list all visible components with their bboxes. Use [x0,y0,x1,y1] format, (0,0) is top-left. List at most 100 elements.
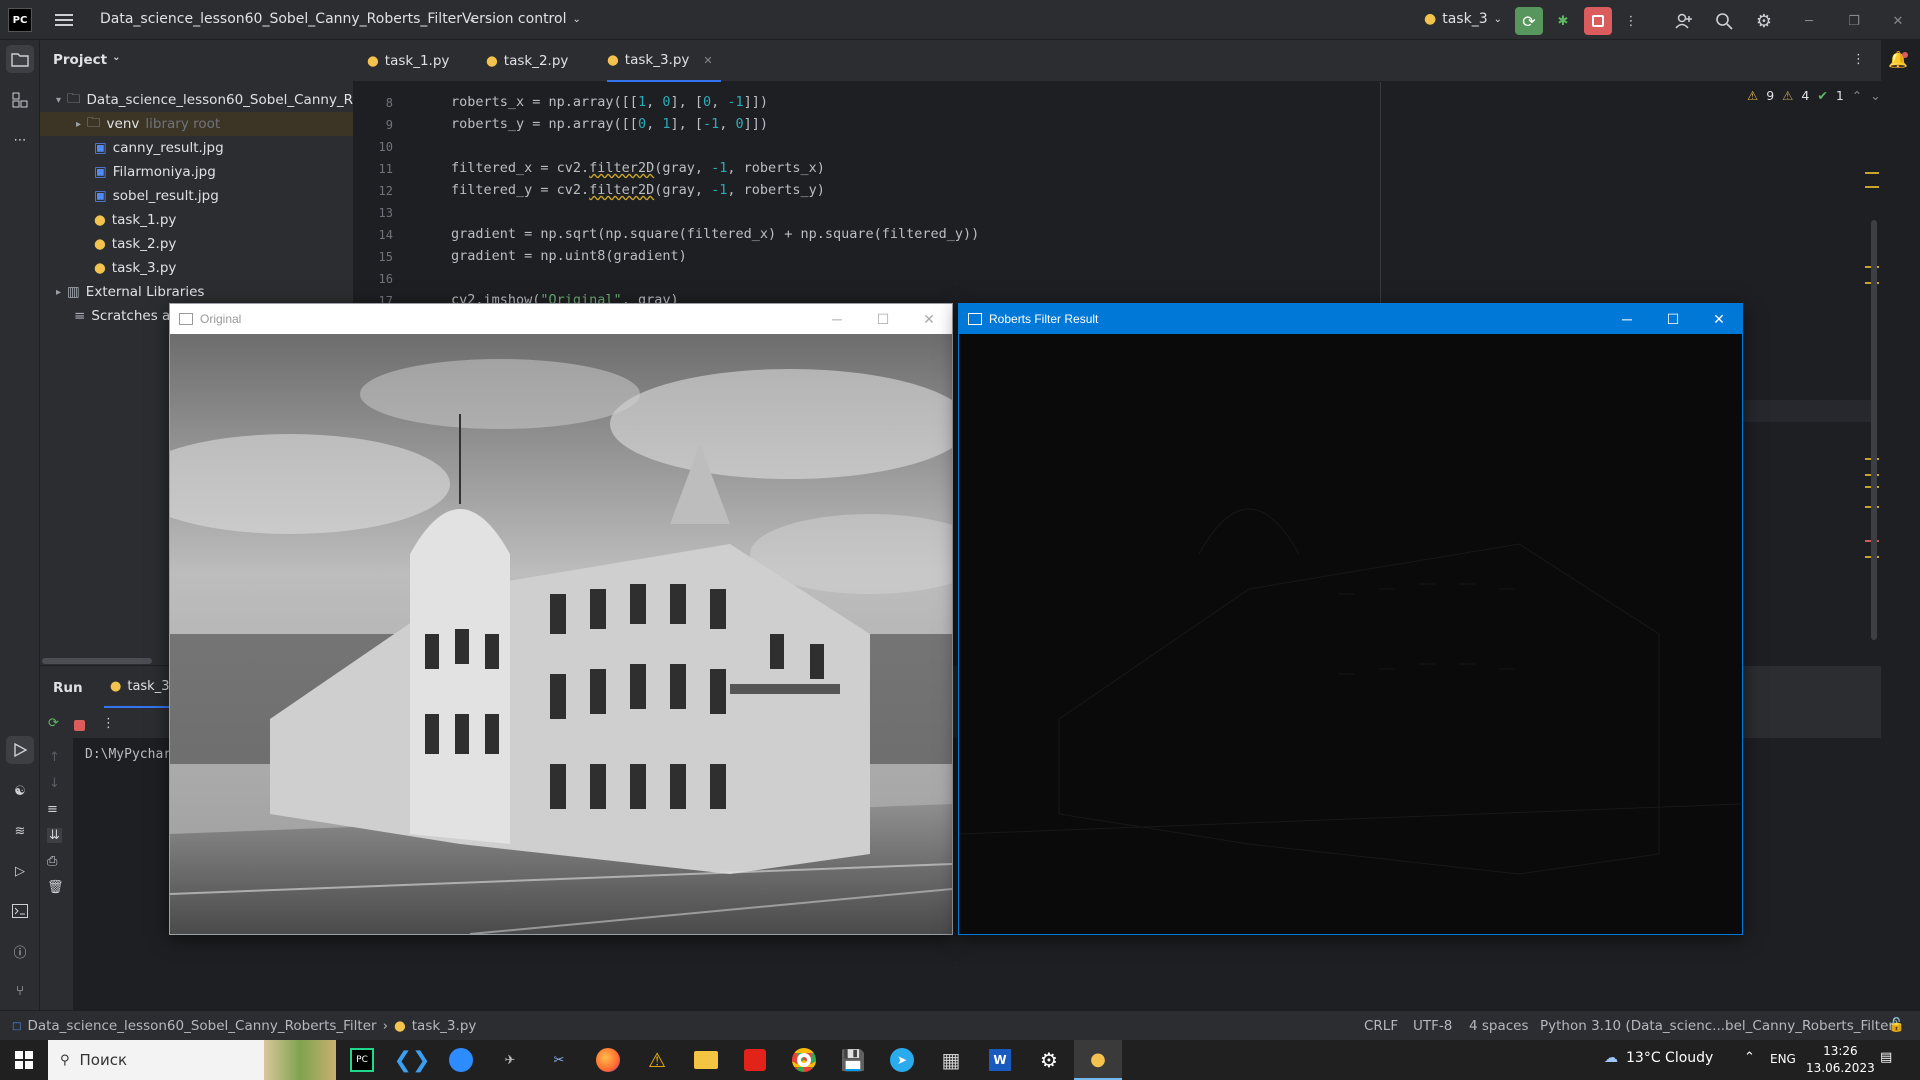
minimize-icon[interactable]: ─ [814,304,860,334]
vcs-widget[interactable]: Version control ⌄ [462,11,581,27]
window-app-icon [968,313,982,325]
project-panel-header[interactable]: Project ⌄ [53,52,120,68]
minimize-icon[interactable]: ─ [1604,304,1650,334]
soft-wrap-icon[interactable]: ≡ [47,802,58,817]
maximize-icon[interactable]: ☐ [1650,304,1696,334]
vscode-icon[interactable]: ❮❯ [390,1040,434,1080]
git-icon[interactable]: ⑂ [6,977,34,1005]
original-image-window[interactable]: Original ─ ☐ ✕ [169,303,953,935]
indent-widget[interactable]: 4 spaces [1469,1018,1529,1034]
snipping-tool-icon[interactable]: ✂ [537,1040,581,1080]
tree-item-external-libraries[interactable]: ▸ ▥ External Libraries [56,280,204,304]
gear-icon[interactable]: ⚙ [1750,7,1778,35]
minimize-icon[interactable]: ─ [1795,7,1823,35]
breadcrumb-file[interactable]: task_3.py [412,1018,477,1034]
close-icon[interactable]: ✕ [1696,304,1742,334]
structure-icon[interactable] [6,86,34,114]
pycharm-taskbar-icon[interactable]: PC [340,1040,384,1080]
chrome-icon[interactable] [782,1040,826,1080]
language-indicator[interactable]: ENG [1770,1052,1796,1066]
close-icon[interactable]: ✕ [1884,7,1912,35]
action-center-icon[interactable]: ▤ [1880,1050,1892,1065]
services-icon[interactable]: ▷ [6,857,34,885]
encoding-widget[interactable]: UTF-8 [1413,1018,1452,1034]
python-icon: ● [110,678,122,694]
close-tab-icon[interactable]: ✕ [703,54,712,67]
tree-item-sobel-result[interactable]: ▣ sobel_result.jpg [94,184,219,208]
vertical-scrollbar[interactable] [1871,220,1877,640]
problems-icon[interactable]: ⓘ [6,937,34,965]
tree-item-canny-result[interactable]: ▣ canny_result.jpg [94,136,224,160]
main-menu-icon[interactable] [50,6,78,34]
print-icon[interactable]: ⎙ [47,854,57,869]
telegram-icon[interactable]: ➤ [880,1040,924,1080]
lock-icon[interactable]: 🔓 [1888,1017,1905,1033]
line-separator-widget[interactable]: CRLF [1364,1018,1398,1034]
file-explorer-icon[interactable] [684,1040,728,1080]
more-horizontal-icon[interactable]: ⋯ [6,126,34,154]
code-line: filtered_y = cv2.filter2D(gray, -1, robe… [451,182,825,198]
more-vertical-icon[interactable]: ⋮ [1852,52,1865,67]
warning-app-icon[interactable]: ⚠ [635,1040,679,1080]
ok-count: 1 [1835,88,1844,103]
arrow-down-icon[interactable]: ↓ [49,776,60,791]
project-switcher[interactable]: Data_science_lesson60_Sobel_Canny_Robert… [100,11,476,27]
save-app-icon[interactable]: 💾 [831,1040,875,1080]
tree-item-scratches[interactable]: ≡ Scratches ar [74,304,176,328]
run-config-tab[interactable]: ● task_3 [104,666,176,708]
add-user-icon[interactable] [1670,7,1698,35]
arrow-up-icon[interactable]: ↑ [49,750,60,765]
debug-icon[interactable]: ✱ [1549,7,1577,35]
windows-start-icon[interactable] [2,1040,46,1080]
roberts-result-window[interactable]: Roberts Filter Result ─ ☐ ✕ [958,303,1743,935]
horizontal-scrollbar[interactable] [42,658,152,664]
chevron-up-icon[interactable]: ⌃ [1852,88,1862,103]
more-vertical-icon[interactable]: ⋮ [102,716,115,731]
tree-item-venv[interactable]: ▸ 🗀 venv library root [76,112,220,136]
tab-task-1[interactable]: ● task_1.py [367,40,449,82]
window-titlebar[interactable]: Roberts Filter Result ─ ☐ ✕ [959,304,1742,334]
more-vertical-icon[interactable]: ⋮ [1617,7,1645,35]
app-icon[interactable]: ✈ [488,1040,532,1080]
taskbar-search-box[interactable]: ⚲ Поиск [48,1040,336,1080]
word-icon[interactable]: W [978,1040,1022,1080]
tree-item-project-root[interactable]: ▾ 🗀 Data_science_lesson60_Sobel_Canny_Ro… [56,88,369,112]
rerun-icon[interactable]: ⟳ [48,716,59,731]
clock[interactable]: 13:26 13.06.2023 [1806,1043,1875,1077]
tree-item-task-1[interactable]: ● task_1.py [94,208,176,232]
stop-icon[interactable] [74,720,85,731]
tree-item-task-2[interactable]: ● task_2.py [94,232,176,256]
interpreter-widget[interactable]: Python 3.10 (Data_scienc...bel_Canny_Rob… [1540,1018,1899,1034]
zoom-icon[interactable] [439,1040,483,1080]
python-running-icon[interactable]: ● [1074,1040,1122,1080]
pdf-app-icon[interactable] [733,1040,777,1080]
inspection-widget[interactable]: ⚠ 9 ⚠ 4 ✔ 1 ⌃ ⌄ [1747,88,1881,103]
search-icon[interactable] [1710,7,1738,35]
layers-icon[interactable]: ≋ [6,817,34,845]
settings-gear-icon[interactable]: ⚙ [1027,1040,1071,1080]
terminal-icon[interactable] [6,897,34,925]
chevron-down-icon[interactable]: ⌄ [1870,88,1880,103]
trash-icon[interactable]: 🗑 [47,880,64,895]
folder-icon[interactable] [6,45,34,73]
restore-icon[interactable]: ❐ [1840,7,1868,35]
tree-label: Scratches ar [91,308,176,324]
run-config-selector[interactable]: ● task_3 ⌄ [1424,11,1502,27]
scroll-to-end-icon[interactable]: ⇊ [47,828,62,843]
close-icon[interactable]: ✕ [906,304,952,334]
breadcrumb-project[interactable]: Data_science_lesson60_Sobel_Canny_Robert… [27,1018,376,1034]
maximize-icon[interactable]: ☐ [860,304,906,334]
tab-task-3[interactable]: ● task_3.py ✕ [607,40,721,82]
chevron-up-icon[interactable]: ⌃ [1744,1050,1755,1065]
weather-widget[interactable]: ☁ 13°C Cloudy [1604,1050,1713,1066]
firefox-icon[interactable] [586,1040,630,1080]
run-tool-icon[interactable] [6,736,34,764]
calculator-icon[interactable]: ▦ [929,1040,973,1080]
tab-task-2[interactable]: ● task_2.py [486,40,568,82]
python-console-icon[interactable]: ☯ [6,777,34,805]
tree-item-filarmoniya[interactable]: ▣ Filarmoniya.jpg [94,160,216,184]
stop-button[interactable] [1584,7,1612,35]
rerun-button[interactable]: ⟳ [1515,7,1543,35]
tree-item-task-3[interactable]: ● task_3.py [94,256,176,280]
window-titlebar[interactable]: Original ─ ☐ ✕ [170,304,952,334]
